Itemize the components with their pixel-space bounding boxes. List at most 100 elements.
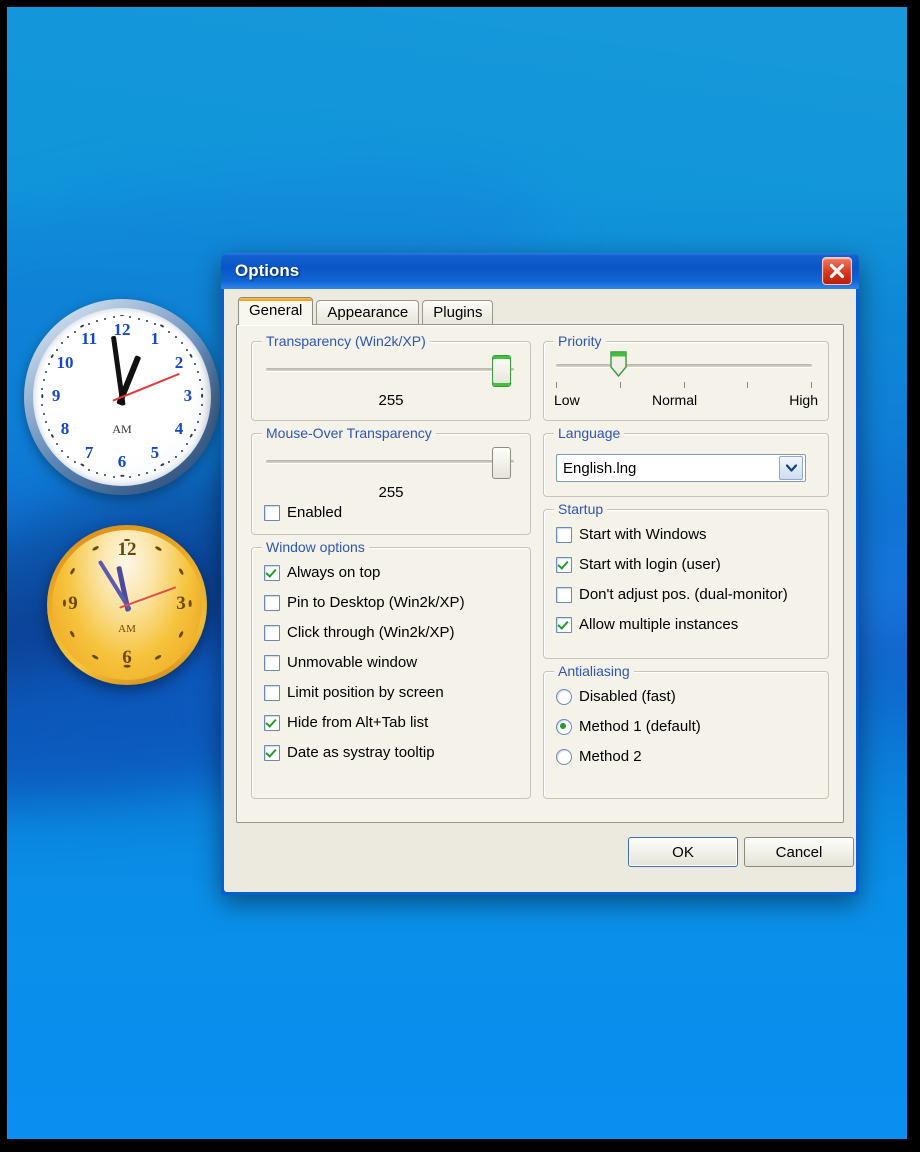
tab-general[interactable]: General bbox=[238, 297, 313, 325]
clock-tick bbox=[70, 631, 76, 638]
clock-tick bbox=[104, 318, 106, 320]
priority-tick bbox=[684, 382, 685, 388]
clock-tick bbox=[104, 474, 106, 476]
analog-clock-blue[interactable]: 121234567891011 AM bbox=[24, 299, 220, 495]
clock-tick bbox=[43, 413, 45, 415]
clock-tick bbox=[181, 342, 183, 344]
clock-tick bbox=[56, 349, 58, 351]
clock-tick bbox=[120, 475, 124, 477]
checkbox-startup-option-0[interactable]: Start with Windows bbox=[556, 526, 707, 543]
group-transparency-legend: Transparency (Win2k/XP) bbox=[262, 333, 430, 349]
clock-tick bbox=[181, 450, 183, 452]
analog-clock-amber[interactable]: 12369 AM bbox=[47, 525, 207, 685]
checkbox-label: Click through (Win2k/XP) bbox=[287, 624, 455, 641]
checkbox-label: Limit position by screen bbox=[287, 684, 444, 701]
close-icon[interactable] bbox=[822, 257, 852, 285]
clock-tick bbox=[138, 318, 140, 320]
clock-tick bbox=[129, 476, 131, 478]
checkbox-window-option-5[interactable]: Hide from Alt+Tab list bbox=[264, 714, 428, 731]
clock-tick bbox=[146, 320, 148, 322]
clock-numeral: 7 bbox=[77, 443, 101, 463]
group-mouseover-transparency: Mouse-Over Transparency 255 Enabled bbox=[251, 433, 531, 535]
clock-tick bbox=[120, 315, 124, 317]
checkbox-box bbox=[264, 565, 280, 581]
clock-tick bbox=[129, 316, 131, 318]
clock-face: 12369 AM bbox=[52, 530, 202, 680]
language-select[interactable]: English.lng bbox=[556, 454, 806, 482]
ok-button[interactable]: OK bbox=[628, 837, 738, 867]
clock-tick bbox=[61, 450, 63, 452]
checkbox-box bbox=[556, 617, 572, 633]
mouseover-value: 255 bbox=[252, 484, 530, 501]
cancel-button[interactable]: Cancel bbox=[744, 837, 854, 867]
clock-tick bbox=[96, 472, 98, 474]
clock-numeral: 12 bbox=[115, 539, 139, 561]
checkbox-mouseover-enabled[interactable]: Enabled bbox=[264, 504, 342, 521]
clock-tick bbox=[43, 379, 45, 381]
radio-antialiasing-option-2[interactable]: Method 2 bbox=[556, 748, 642, 765]
priority-slider-track[interactable] bbox=[556, 364, 812, 367]
clock-numeral: 6 bbox=[110, 452, 134, 472]
desktop-background: 121234567891011 AM 12 3 6 9 AM Options bbox=[7, 7, 907, 1139]
clock-tick bbox=[41, 404, 43, 406]
checkbox-box bbox=[264, 715, 280, 731]
radio-box bbox=[556, 689, 572, 705]
title-bar[interactable]: Options bbox=[221, 253, 859, 289]
checkbox-window-option-3[interactable]: Unmovable window bbox=[264, 654, 417, 671]
tab-appearance[interactable]: Appearance bbox=[316, 300, 419, 325]
priority-label-normal: Normal bbox=[652, 392, 697, 408]
clock-tick bbox=[194, 429, 196, 431]
checkbox-window-option-1[interactable]: Pin to Desktop (Win2k/XP) bbox=[264, 594, 465, 611]
transparency-slider-track[interactable] bbox=[266, 368, 514, 371]
transparency-slider-thumb[interactable] bbox=[492, 355, 511, 387]
radio-box bbox=[556, 749, 572, 765]
tab-plugins[interactable]: Plugins bbox=[422, 300, 493, 325]
priority-slider-thumb[interactable] bbox=[610, 351, 627, 377]
checkbox-window-option-4[interactable]: Limit position by screen bbox=[264, 684, 444, 701]
clock-tick bbox=[48, 363, 50, 365]
checkbox-box bbox=[264, 655, 280, 671]
checkbox-startup-option-3[interactable]: Allow multiple instances bbox=[556, 616, 738, 633]
group-antialiasing: Antialiasing Disabled (fast)Method 1 (de… bbox=[543, 671, 829, 799]
clock-tick bbox=[168, 461, 170, 463]
clock-tick bbox=[80, 463, 85, 467]
group-startup: Startup Start with WindowsStart with log… bbox=[543, 509, 829, 659]
clock-numeral: 2 bbox=[167, 353, 191, 373]
checkbox-label: Enabled bbox=[287, 504, 342, 521]
checkbox-label: Always on top bbox=[287, 564, 380, 581]
clock-tick bbox=[92, 546, 99, 552]
clock-tick bbox=[199, 379, 201, 381]
clock-tick bbox=[113, 316, 115, 318]
clock-numeral: 3 bbox=[169, 593, 193, 615]
group-language: Language English.lng bbox=[543, 433, 829, 497]
mouseover-slider-track[interactable] bbox=[266, 460, 514, 463]
clock-tick bbox=[194, 363, 196, 365]
checkbox-window-option-6[interactable]: Date as systray tooltip bbox=[264, 744, 435, 761]
radio-antialiasing-option-1[interactable]: Method 1 (default) bbox=[556, 718, 701, 735]
mouseover-slider-thumb[interactable] bbox=[492, 447, 511, 479]
checkbox-startup-option-1[interactable]: Start with login (user) bbox=[556, 556, 721, 573]
radio-antialiasing-option-0[interactable]: Disabled (fast) bbox=[556, 688, 676, 705]
chevron-down-icon[interactable] bbox=[779, 456, 803, 480]
checkbox-label: Date as systray tooltip bbox=[287, 744, 435, 761]
clock-tick bbox=[113, 476, 115, 478]
checkbox-label: Allow multiple instances bbox=[579, 616, 738, 633]
priority-tick bbox=[556, 382, 557, 388]
group-language-legend: Language bbox=[554, 425, 624, 441]
checkbox-startup-option-2[interactable]: Don't adjust pos. (dual-monitor) bbox=[556, 586, 788, 603]
checkbox-window-option-0[interactable]: Always on top bbox=[264, 564, 380, 581]
clock-tick bbox=[96, 320, 98, 322]
priority-tick bbox=[811, 382, 812, 388]
clock-tick bbox=[41, 388, 43, 390]
clock-tick bbox=[67, 336, 69, 338]
checkbox-window-option-2[interactable]: Click through (Win2k/XP) bbox=[264, 624, 455, 641]
radio-label: Method 1 (default) bbox=[579, 718, 701, 735]
clock-ampm-label: AM bbox=[112, 422, 131, 437]
clock-tick bbox=[48, 429, 50, 431]
checkbox-label: Start with login (user) bbox=[579, 556, 721, 573]
clock-numeral: 9 bbox=[44, 386, 68, 406]
checkbox-box bbox=[556, 527, 572, 543]
group-antialiasing-legend: Antialiasing bbox=[554, 663, 634, 679]
clock-tick bbox=[201, 388, 203, 390]
group-window-options-legend: Window options bbox=[262, 539, 369, 555]
